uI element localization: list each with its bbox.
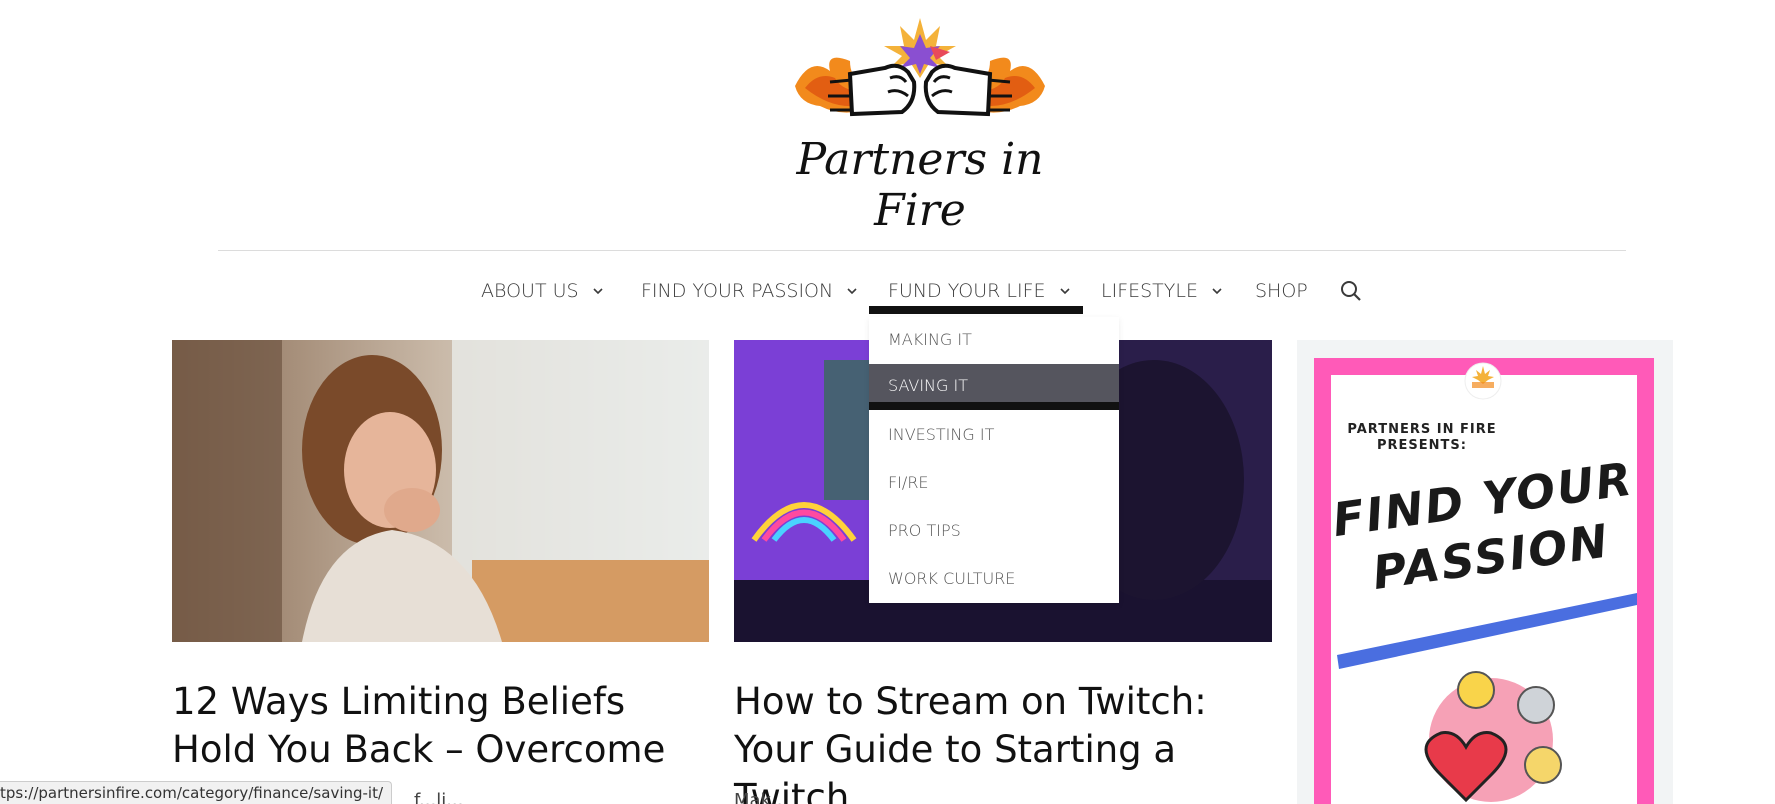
browser-status-bar: tps://partnersinfire.com/category/financ… — [0, 781, 393, 804]
article-image-limiting-beliefs[interactable] — [172, 340, 709, 642]
header-divider — [218, 250, 1626, 251]
dropdown-active-indicator — [869, 402, 1119, 410]
dropdown-item-label: MAKING IT — [888, 329, 972, 349]
poster-presents-text: PARTNERS IN FIRE PRESENTS: — [1347, 422, 1497, 453]
nav-active-indicator — [869, 306, 1083, 314]
chevron-down-icon — [593, 288, 603, 295]
nav-item-about-us[interactable]: ABOUT US — [481, 268, 603, 314]
dropdown-item-investing-it[interactable]: INVESTING IT — [869, 413, 1119, 455]
site-logo[interactable]: Partners in Fire — [790, 16, 1050, 236]
article-excerpt: f...li... — [414, 790, 464, 804]
nav-item-label: ABOUT US — [481, 280, 579, 302]
dropdown-item-pro-tips[interactable]: PRO TIPS — [869, 509, 1119, 551]
computer-icon — [1517, 686, 1555, 724]
chevron-down-icon — [1212, 288, 1222, 295]
mini-logo-icon — [1464, 362, 1502, 400]
article-excerpt: Mak... — [734, 790, 789, 804]
dropdown-item-label: SAVING IT — [888, 375, 968, 395]
fist-bump-logo-icon — [795, 18, 1045, 117]
nav-item-label: LIFESTYLE — [1101, 280, 1198, 302]
search-button[interactable] — [1340, 268, 1362, 314]
fund-your-life-dropdown: MAKING IT SAVING IT INVESTING IT FI/RE P… — [869, 317, 1119, 603]
chevron-down-icon — [1059, 288, 1070, 295]
lightbulb-icon — [1457, 671, 1495, 709]
dropdown-item-saving-it[interactable]: SAVING IT — [869, 364, 1119, 406]
search-icon — [1341, 281, 1361, 301]
notepad-icon — [1524, 746, 1562, 784]
chevron-down-icon — [847, 288, 857, 295]
status-url: tps://partnersinfire.com/category/financ… — [0, 784, 384, 802]
nav-item-lifestyle[interactable]: LIFESTYLE — [1101, 268, 1222, 314]
nav-item-label: FUND YOUR LIFE — [888, 280, 1046, 302]
poster-illustration — [1337, 593, 1637, 803]
article-title-twitch[interactable]: How to Stream on Twitch: Your Guide to S… — [734, 678, 1274, 804]
dropdown-item-work-culture[interactable]: WORK CULTURE — [869, 557, 1119, 599]
dropdown-item-making-it[interactable]: MAKING IT — [869, 318, 1119, 360]
nav-item-label: SHOP — [1255, 280, 1308, 302]
dropdown-item-label: PRO TIPS — [888, 520, 961, 540]
dropdown-item-label: INVESTING IT — [888, 424, 995, 444]
dropdown-item-fire[interactable]: FI/RE — [869, 461, 1119, 503]
nav-item-label: FIND YOUR PASSION — [641, 280, 834, 302]
dropdown-item-label: FI/RE — [888, 472, 929, 492]
nav-item-find-your-passion[interactable]: FIND YOUR PASSION — [641, 268, 857, 314]
logo-wordmark: Partners in Fire — [796, 134, 1044, 236]
dropdown-item-label: WORK CULTURE — [888, 568, 1016, 588]
nav-item-shop[interactable]: SHOP — [1255, 268, 1308, 314]
woman-worried-photo — [172, 340, 709, 642]
